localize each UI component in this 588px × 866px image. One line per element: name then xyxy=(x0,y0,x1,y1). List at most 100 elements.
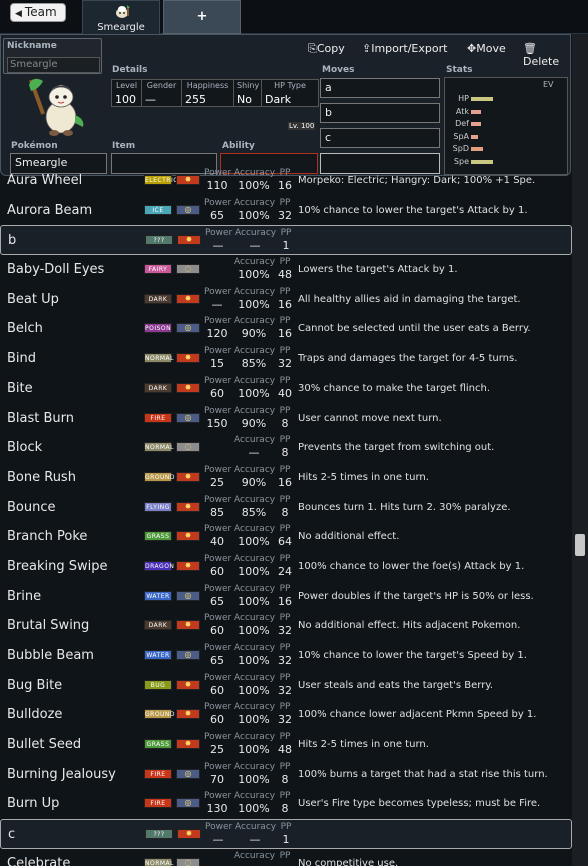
pp-header: PP xyxy=(279,583,291,594)
nickname-input[interactable]: Smeargle xyxy=(7,57,100,73)
move-row[interactable]: Bone Rush GROUND ✸ Power 25 Accuracy 90% PP 16 Hi… xyxy=(0,463,572,493)
details-label: Details xyxy=(112,65,148,75)
pp-header: PP xyxy=(279,524,291,535)
detail-title: Happiness xyxy=(186,81,229,90)
accuracy-header: Accuracy xyxy=(235,822,277,833)
nickname-label: Nickname xyxy=(7,41,57,51)
move-row[interactable]: c??? ✸ Power — Accuracy — PP 1 xyxy=(0,819,572,849)
pp-value: 1 xyxy=(282,833,290,847)
move-row[interactable]: Bubble Beam WATER ◎ Power 65 Accuracy 100% PP 32… xyxy=(0,641,572,671)
move-row[interactable]: Blast Burn FIRE ◎ Power 150 Accuracy 90% PP 8 Use… xyxy=(0,404,572,434)
move-row[interactable]: Branch Poke GRASS ✸ Power 40 Accuracy 100% PP 64… xyxy=(0,522,572,552)
move-row[interactable]: Belch POISON ◎ Power 120 Accuracy 90% PP 16 Canno… xyxy=(0,314,572,344)
detail-value: 100 xyxy=(115,93,136,106)
copy-button[interactable]: ⎘Copy xyxy=(308,42,345,56)
stat-bar xyxy=(471,147,483,151)
detail-title: Level xyxy=(115,81,138,90)
move-button[interactable]: ✥Move xyxy=(467,42,506,55)
move-name: Beat Up xyxy=(7,291,59,307)
pp-value: 8 xyxy=(281,416,289,430)
accuracy-header: Accuracy xyxy=(234,286,276,297)
import-export-button[interactable]: ⇪Import/Export xyxy=(362,42,447,55)
move-row[interactable]: Bite DARK ✸ Power 60 Accuracy 100% PP 40 30% chan… xyxy=(0,374,572,404)
scrollbar[interactable] xyxy=(572,34,588,866)
power-header: Power xyxy=(204,791,232,802)
power-value: 60 xyxy=(210,713,224,727)
pokemon-editor-panel: Nickname Smeargle ⎘Copy ⇪Import/Export ✥… xyxy=(0,34,571,176)
move-row[interactable]: Aurora Beam ICE ◎ Power 65 Accuracy 100% PP 32 10… xyxy=(0,196,572,226)
move-row[interactable]: Aura Wheel ELECTRIC ✸ Power 110 Accuracy 100% P… xyxy=(0,166,572,196)
accuracy-header: Accuracy xyxy=(234,464,276,475)
detail-title: Shiny xyxy=(237,81,260,90)
team-button-label: Team xyxy=(24,5,57,19)
nickname-group: Nickname Smeargle xyxy=(3,38,102,74)
type-badge: DARK xyxy=(144,620,172,631)
move-row[interactable]: Bind NORMAL ✸ Power 15 Accuracy 85% PP 32 Traps a… xyxy=(0,344,572,374)
category-icon: ◌ xyxy=(176,442,200,453)
pp-value: 48 xyxy=(278,268,292,282)
copy-label: Copy xyxy=(316,42,345,55)
move-row[interactable]: Brine WATER ◎ Power 65 Accuracy 100% PP 16 Power … xyxy=(0,582,572,612)
accuracy-value: 90% xyxy=(241,327,267,341)
power-header: Power xyxy=(204,613,232,624)
move-row[interactable]: Burn Up FIRE ◎ Power 130 Accuracy 100% PP 8 User'… xyxy=(0,789,572,819)
type-badge: GROUND xyxy=(144,471,176,482)
physical-icon: ✸ xyxy=(184,501,192,511)
move-row[interactable]: Beat Up DARK ✸ Power — Accuracy 100% PP 16 All he… xyxy=(0,285,572,315)
move-description: 100% chance to lower the foe(s) Attack b… xyxy=(298,560,525,572)
pp-value: 32 xyxy=(278,654,292,667)
power-value: 60 xyxy=(210,624,224,638)
move-description: Traps and damages the target for 4-5 tur… xyxy=(298,353,518,365)
stats-box[interactable]: EV HP Atk Def SpA SpD Spe xyxy=(444,77,568,175)
scrollbar-thumb[interactable] xyxy=(575,534,585,556)
move-slot-2[interactable]: b xyxy=(320,103,440,123)
add-pokemon-tab[interactable]: + xyxy=(163,0,241,34)
move-search-results: Aura Wheel ELECTRIC ✸ Power 110 Accuracy 100% P… xyxy=(0,168,572,866)
tab-smeargle[interactable]: Smeargle xyxy=(82,0,160,34)
pp-header: PP xyxy=(279,286,291,297)
move-row[interactable]: Bulldoze GROUND ✸ Power 60 Accuracy 100% PP 32 10… xyxy=(0,700,572,730)
move-description: User's Fire type becomes typeless; must … xyxy=(298,798,541,810)
move-row[interactable]: Bounce FLYING ✸ Power 85 Accuracy 85% PP 8 Bounce… xyxy=(0,493,572,523)
detail-value: 255 xyxy=(185,93,206,106)
type-badge: FIRE xyxy=(144,768,172,779)
move-name: Aura Wheel xyxy=(7,173,83,188)
move-row[interactable]: Bug Bite BUG ✸ Power 60 Accuracy 100% PP 32 User … xyxy=(0,671,572,701)
move-row[interactable]: Celebrate NORMAL ◌ Accuracy— PP No competitiv… xyxy=(0,849,572,866)
move-slot-3[interactable]: c xyxy=(320,128,440,148)
move-name: Burning Jealousy xyxy=(7,766,116,782)
move-slot-1[interactable]: a xyxy=(320,78,440,98)
move-row[interactable]: b??? ✸ Power — Accuracy — PP 1 xyxy=(0,225,572,256)
category-icon: ◎ xyxy=(176,412,200,423)
category-icon: ✸ xyxy=(176,353,200,364)
move-row[interactable]: Baby-Doll Eyes FAIRY ◌ Accuracy 100% PP 48 Lowe… xyxy=(0,255,572,285)
move-row[interactable]: Brutal Swing DARK ✸ Power 60 Accuracy 100% PP 32… xyxy=(0,611,572,641)
power-value: 70 xyxy=(210,772,224,786)
move-row[interactable]: Burning Jealousy FIRE ◎ Power 70 Accuracy 100%… xyxy=(0,760,572,790)
physical-icon: ✸ xyxy=(185,829,193,839)
accuracy-value: 100% xyxy=(238,179,270,192)
power-header: Power xyxy=(204,761,232,772)
move-row[interactable]: Block NORMAL ◌ Accuracy — PP 8 Prevents the tar… xyxy=(0,433,572,463)
stat-bar xyxy=(471,97,493,101)
status-icon: ◌ xyxy=(184,442,192,452)
category-icon: ◎ xyxy=(176,204,200,215)
move-row[interactable]: Breaking Swipe DRAGON ✸ Power 60 Accuracy 100%… xyxy=(0,552,572,582)
move-description: User steals and eats the target's Berry. xyxy=(298,679,493,691)
accuracy-value: — xyxy=(249,833,261,847)
delete-button[interactable]: 🗑Delete xyxy=(523,42,570,68)
physical-icon: ✸ xyxy=(184,382,192,392)
power-value: — xyxy=(212,833,224,847)
power-header: Power xyxy=(204,553,232,564)
power-value: 65 xyxy=(210,208,224,222)
accuracy-value: — xyxy=(248,446,260,460)
power-value: 25 xyxy=(210,743,224,757)
back-to-team-button[interactable]: ◀ Team xyxy=(10,3,66,22)
details-box[interactable]: Level 100 Gender — Happiness 255 Shiny No HP… xyxy=(111,79,319,107)
type-badge: POISON xyxy=(144,323,172,334)
pp-header: PP xyxy=(279,672,291,683)
detail-shiny: Shiny No xyxy=(234,80,262,106)
accuracy-value: 100% xyxy=(238,208,270,222)
type-badge: BUG xyxy=(144,679,172,690)
move-row[interactable]: Bullet Seed GRASS ✸ Power 25 Accuracy 100% PP 48… xyxy=(0,730,572,760)
